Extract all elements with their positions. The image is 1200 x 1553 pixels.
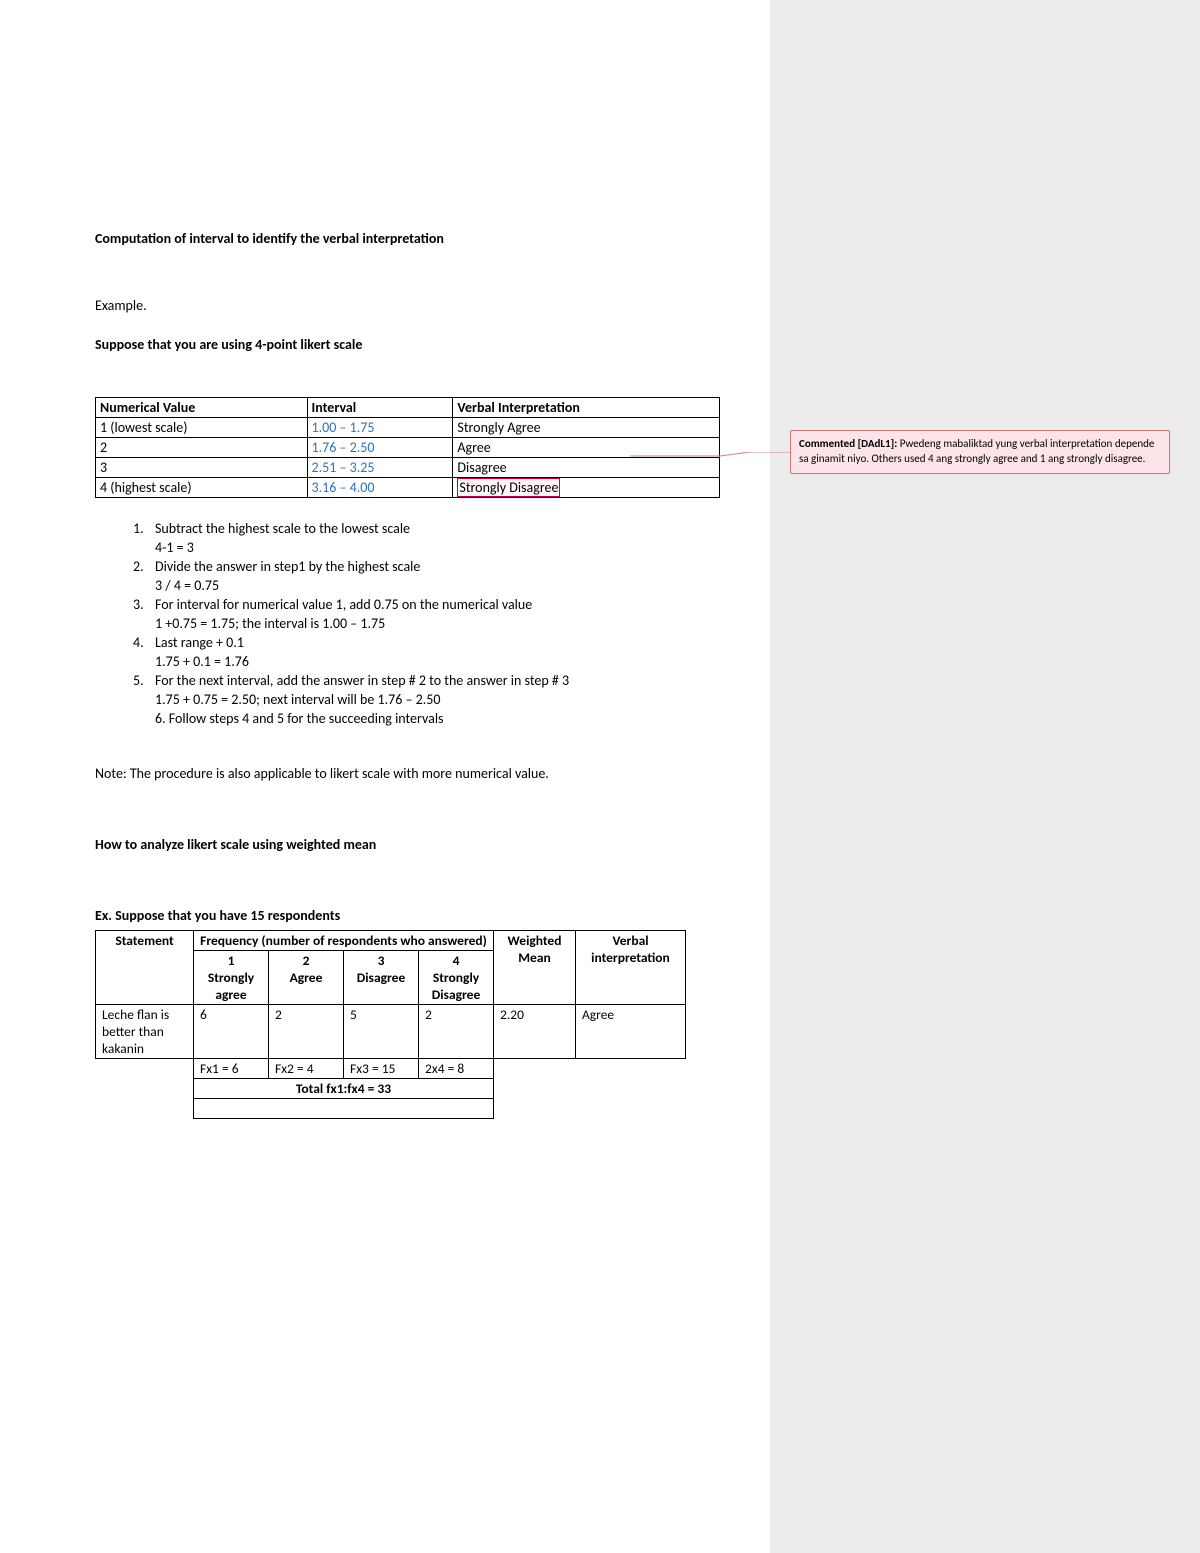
step-num: 4.	[133, 634, 155, 651]
table-row: Total fx1:fx4 = 33	[96, 1079, 686, 1099]
step-text: Last range + 0.1	[155, 634, 770, 651]
step-num: 5.	[133, 672, 155, 689]
th-col4: 4Strongly Disagree	[419, 951, 494, 1005]
cell-verbal: Strongly Agree	[453, 418, 720, 438]
table-row: 3 2.51 – 3.25 Disagree	[96, 458, 720, 478]
cell-num: 4 (highest scale)	[96, 478, 308, 498]
th-verbal: Verbal Interpretation	[453, 398, 720, 418]
cell-verbal: Agree	[453, 438, 720, 458]
cell-total: Total fx1:fx4 = 33	[194, 1079, 494, 1099]
note-text: Note: The procedure is also applicable t…	[95, 765, 770, 782]
cell-statement: Leche flan is better than kakanin	[96, 1005, 194, 1059]
suppose-text: Suppose that you are using 4-point liker…	[95, 336, 770, 353]
commented-span: Strongly Disagree	[457, 478, 560, 497]
cell-num: 3	[96, 458, 308, 478]
cell-interval: 1.00 – 1.75	[307, 418, 453, 438]
step-sub: 1.75 + 0.1 = 1.76	[155, 653, 770, 670]
cell-verbal-commented: Strongly Disagree	[453, 478, 720, 498]
table-row	[96, 1099, 686, 1119]
step-sub: 3 / 4 = 0.75	[155, 577, 770, 594]
example2-heading: Ex. Suppose that you have 15 respondents	[95, 907, 770, 924]
cell-vi: Agree	[576, 1005, 686, 1059]
th-col3: 3Disagree	[344, 951, 419, 1005]
step-text: Subtract the highest scale to the lowest…	[155, 520, 770, 537]
table-row: 1 (lowest scale) 1.00 – 1.75 Strongly Ag…	[96, 418, 720, 438]
table-row: Leche flan is better than kakanin 6 2 5 …	[96, 1005, 686, 1059]
th-col2: 2Agree	[269, 951, 344, 1005]
step-num: 1.	[133, 520, 155, 537]
cell-fx1: Fx1 = 6	[194, 1059, 269, 1079]
step-text: Divide the answer in step1 by the highes…	[155, 558, 770, 575]
table-row: 4 (highest scale) 3.16 – 4.00 Strongly D…	[96, 478, 720, 498]
comments-pane: Commented [DAdL1]: Pwedeng mabaliktad yu…	[770, 0, 1200, 1553]
step-sub: 1 +0.75 = 1.75; the interval is 1.00 – 1…	[155, 615, 770, 632]
th-statement: Statement	[96, 931, 194, 1005]
th-verbal-interpretation: Verbal interpretation	[576, 931, 686, 1005]
cell-v4: 2	[419, 1005, 494, 1059]
th-frequency: Frequency (number of respondents who ans…	[194, 931, 494, 951]
comment-author: Commented [DAdL1]:	[799, 437, 900, 450]
cell-fx3: Fx3 = 15	[344, 1059, 419, 1079]
comment-balloon[interactable]: Commented [DAdL1]: Pwedeng mabaliktad yu…	[790, 430, 1170, 474]
document-content: Computation of interval to identify the …	[0, 0, 770, 1553]
cell-num: 2	[96, 438, 308, 458]
section2-heading: How to analyze likert scale using weight…	[95, 836, 770, 853]
th-col1: 1Strongly agree	[194, 951, 269, 1005]
cell-wm: 2.20	[494, 1005, 576, 1059]
doc-title: Computation of interval to identify the …	[95, 230, 770, 247]
step6: 6. Follow steps 4 and 5 for the succeedi…	[155, 710, 770, 727]
page: Computation of interval to identify the …	[0, 0, 1200, 1553]
cell-verbal: Disagree	[453, 458, 720, 478]
table-row: 2 1.76 – 2.50 Agree	[96, 438, 720, 458]
cell-interval: 3.16 – 4.00	[307, 478, 453, 498]
cell-v1: 6	[194, 1005, 269, 1059]
cell-v3: 5	[344, 1005, 419, 1059]
step-num: 2.	[133, 558, 155, 575]
th-weighted-mean: Weighted Mean	[494, 931, 576, 1005]
interval-table: Numerical Value Interval Verbal Interpre…	[95, 397, 720, 498]
step-num: 3.	[133, 596, 155, 613]
table-row: Fx1 = 6 Fx2 = 4 Fx3 = 15 2x4 = 8	[96, 1059, 686, 1079]
cell-v2: 2	[269, 1005, 344, 1059]
step-text: For interval for numerical value 1, add …	[155, 596, 770, 613]
example-label: Example.	[95, 297, 770, 314]
cell-empty	[194, 1099, 494, 1119]
cell-interval: 2.51 – 3.25	[307, 458, 453, 478]
step-text: For the next interval, add the answer in…	[155, 672, 770, 689]
step-sub: 4-1 = 3	[155, 539, 770, 556]
th-numerical: Numerical Value	[96, 398, 308, 418]
th-interval: Interval	[307, 398, 453, 418]
steps-list: 1.Subtract the highest scale to the lowe…	[133, 520, 770, 727]
cell-interval: 1.76 – 2.50	[307, 438, 453, 458]
cell-fx4: 2x4 = 8	[419, 1059, 494, 1079]
step-sub: 1.75 + 0.75 = 2.50; next interval will b…	[155, 691, 770, 708]
cell-fx2: Fx2 = 4	[269, 1059, 344, 1079]
cell-num: 1 (lowest scale)	[96, 418, 308, 438]
frequency-table: Statement Frequency (number of responden…	[95, 930, 686, 1119]
